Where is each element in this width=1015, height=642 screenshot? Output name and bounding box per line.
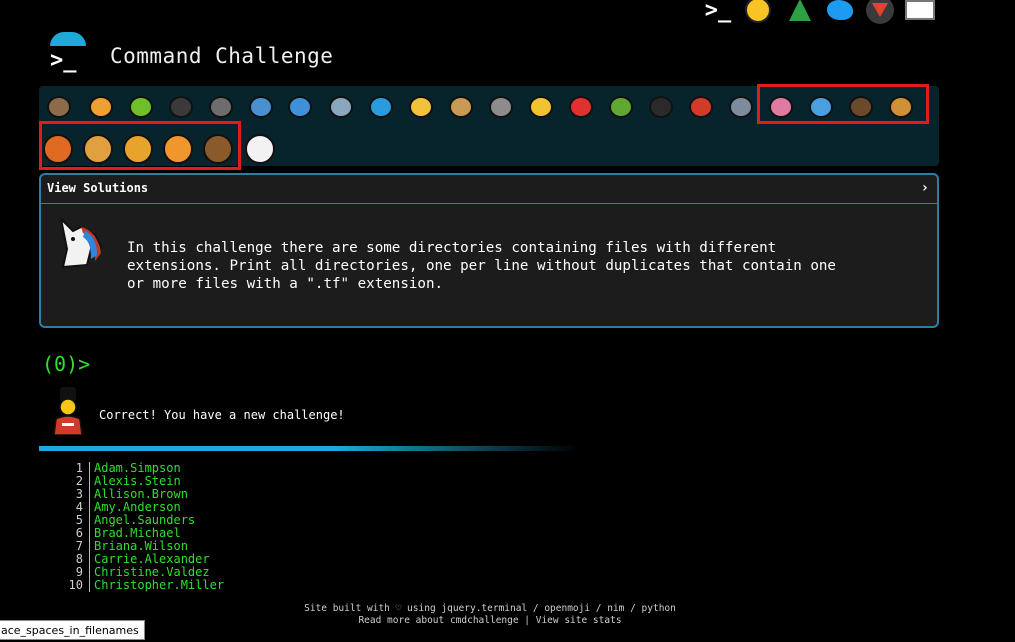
worm-icon[interactable] <box>766 92 796 122</box>
ant-icon[interactable] <box>166 92 196 122</box>
scorpion-icon[interactable] <box>686 92 716 122</box>
fox-icon[interactable] <box>41 132 75 166</box>
ladybug-icon[interactable] <box>566 92 596 122</box>
tiger-icon[interactable] <box>161 132 195 166</box>
line-number: 3 <box>75 487 83 501</box>
whale-icon[interactable] <box>246 92 276 122</box>
blowfish-icon[interactable] <box>446 92 476 122</box>
footer-credits[interactable]: Site built with ♡ using jquery.terminal … <box>0 603 980 615</box>
command-output: 1 Adam.Simpson 2 Alexis.Stein 3 Allison.Brown… <box>60 462 224 592</box>
shark-icon[interactable] <box>285 92 315 122</box>
line-number: 5 <box>75 513 83 527</box>
output-line: 10 Christopher.Miller <box>60 579 224 592</box>
gitlab-icon[interactable] <box>864 0 896 24</box>
twitter-icon[interactable] <box>824 0 856 24</box>
tree-icon[interactable] <box>784 0 816 24</box>
microbe-icon[interactable] <box>806 92 836 122</box>
dog-icon[interactable] <box>886 92 916 122</box>
result-message: Correct! You have a new challenge! <box>99 408 345 422</box>
spider-web-icon[interactable] <box>206 92 236 122</box>
butterfly-icon[interactable] <box>86 92 116 122</box>
wolf-icon[interactable] <box>486 92 516 122</box>
page-title: Command Challenge <box>110 44 334 68</box>
output-value: Christopher.Miller <box>94 578 225 592</box>
dolphin-icon[interactable] <box>326 92 356 122</box>
bee-icon[interactable] <box>526 92 556 122</box>
cricket-icon[interactable] <box>606 92 636 122</box>
line-number: 2 <box>75 474 83 488</box>
progress-divider <box>39 446 579 451</box>
mail-icon[interactable] <box>904 0 936 24</box>
challenge-name-tooltip: ace_spaces_in_filenames <box>0 620 145 640</box>
view-solutions-toggle[interactable]: View Solutions › <box>41 175 937 204</box>
guard-icon <box>53 387 83 435</box>
unicorn-icon[interactable] <box>243 132 277 166</box>
horse-icon[interactable] <box>201 132 235 166</box>
monkey-icon[interactable] <box>846 92 876 122</box>
tropical-fish-icon[interactable] <box>406 92 436 122</box>
shushing-face-icon[interactable] <box>742 0 774 24</box>
snail-icon[interactable] <box>44 92 74 122</box>
lion-icon[interactable] <box>121 132 155 166</box>
chevron-right-icon[interactable]: › <box>921 180 929 196</box>
logo[interactable]: >_ <box>46 32 90 76</box>
fly-icon[interactable] <box>726 92 756 122</box>
challenge-counter[interactable]: (0)> <box>42 352 90 376</box>
line-number: 1 <box>75 461 83 475</box>
challenge-panel: View Solutions › In this challenge there… <box>39 173 939 328</box>
line-number: 8 <box>75 552 83 566</box>
terminal-icon[interactable]: >_ <box>702 0 734 24</box>
unicorn-icon <box>59 215 103 269</box>
spider-icon[interactable] <box>646 92 676 122</box>
caterpillar-icon[interactable] <box>126 92 156 122</box>
line-number: 7 <box>75 539 83 553</box>
line-number: 6 <box>75 526 83 540</box>
challenge-description: In this challenge there are some directo… <box>127 240 836 292</box>
line-number: 4 <box>75 500 83 514</box>
footer-links[interactable]: Read more about cmdchallenge | View site… <box>0 615 980 627</box>
view-solutions-label: View Solutions <box>47 181 149 195</box>
fish-icon[interactable] <box>366 92 396 122</box>
logo-prompt-glyph: >_ <box>50 48 77 73</box>
cat-icon[interactable] <box>81 132 115 166</box>
line-number: 10 <box>68 578 83 592</box>
